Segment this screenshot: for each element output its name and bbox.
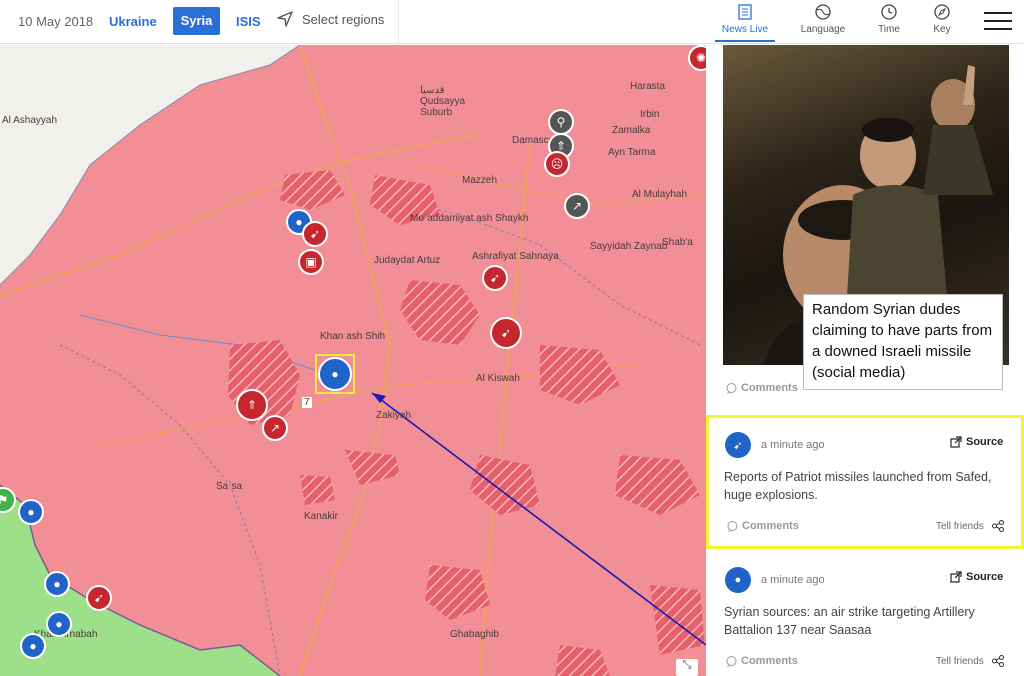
nav-language[interactable]: Language: [793, 4, 853, 42]
tell-friends[interactable]: Tell friends: [936, 520, 1004, 532]
nav-news-live[interactable]: News Live: [715, 4, 775, 42]
nav-time-label: Time: [878, 24, 900, 35]
post-header: ➹ a minute ago: [725, 432, 825, 458]
select-regions-label: Select regions: [302, 11, 385, 27]
share-icon[interactable]: [991, 655, 1004, 667]
current-date[interactable]: 10 May 2018: [18, 14, 93, 29]
artillery-icon[interactable]: ↗: [564, 193, 590, 219]
photo-caption: Random Syrian dudes claiming to have par…: [803, 294, 1003, 390]
source-link[interactable]: Source: [950, 436, 1003, 448]
globe-icon: [815, 4, 831, 20]
post-text: Reports of Patriot missiles launched fro…: [724, 470, 992, 502]
place-sayyidah-zaynab: Sayyidah Zaynab: [590, 241, 668, 252]
comments-link[interactable]: Comments: [727, 520, 799, 532]
missile-launch-icon[interactable]: ➹: [302, 221, 328, 247]
photo-icon[interactable]: ▣: [298, 249, 324, 275]
news-sidebar: Random Syrian dudes claiming to have par…: [706, 45, 1024, 676]
place-irbin: Irbin: [640, 109, 660, 120]
place-shaba: Shab'a: [662, 237, 693, 248]
tab-isis[interactable]: ISIS: [236, 14, 261, 29]
place-ghabaghib: Ghabaghib: [450, 629, 499, 640]
comment-icon: [726, 655, 737, 667]
news-icon: [738, 4, 752, 20]
place-al-mulayhah: Al Mulayhah: [632, 189, 688, 200]
comments-link[interactable]: Comments: [726, 655, 798, 667]
place-qudsayya: قدسيا Qudsayya Suburb: [420, 85, 466, 118]
mosque-icon[interactable]: ⚲: [548, 109, 574, 135]
compass-icon: [934, 4, 950, 20]
nav-key[interactable]: Key: [912, 4, 972, 42]
place-al-ashayyah: Al Ashayyah: [2, 115, 58, 126]
post-header: ● a minute ago: [725, 567, 825, 593]
place-judaydat-artuz: Judaydat Artuz: [374, 255, 441, 266]
nav-key-label: Key: [933, 24, 951, 35]
comment-icon: [726, 382, 737, 394]
place-mazzeh: Mazzeh: [462, 175, 498, 186]
map-base-layer: [0, 45, 706, 676]
place-ashrafiyat: Ashrafiyat Sahnaya: [472, 251, 559, 262]
hamburger-menu-icon[interactable]: [984, 12, 1012, 32]
place-khan-ash-shih: Khan ash Shih: [320, 331, 386, 342]
sad-face-icon[interactable]: ☹: [544, 151, 570, 177]
external-link-icon: [950, 571, 962, 583]
bomb-icon[interactable]: ●: [18, 499, 44, 525]
select-regions-button[interactable]: Select regions: [276, 10, 384, 28]
place-muaddamiyat: Mu`addamiyat ash Shaykh: [410, 213, 529, 224]
bomb-icon[interactable]: ●: [46, 611, 72, 637]
missile-icon: ➹: [725, 432, 751, 458]
place-zakiyah: Zakiyah: [376, 410, 412, 421]
artillery-icon[interactable]: ↗: [262, 415, 288, 441]
tell-friends[interactable]: Tell friends: [936, 655, 1004, 667]
nav-language-label: Language: [800, 24, 846, 35]
news-post[interactable]: ● a minute ago Source Syrian sources: an…: [706, 555, 1024, 676]
missile-launch-icon[interactable]: ➹: [86, 585, 112, 611]
post-text: Syrian sources: an air strike targeting …: [724, 605, 975, 637]
share-icon[interactable]: [991, 520, 1004, 532]
place-harasta: Harasta: [630, 81, 666, 92]
news-post[interactable]: ➹ a minute ago Source Reports of Patriot…: [706, 415, 1024, 549]
tab-ukraine[interactable]: Ukraine: [109, 14, 157, 29]
bomb-icon: ●: [725, 567, 751, 593]
external-link-icon: [950, 436, 962, 448]
missile-icon[interactable]: ⇑: [236, 389, 268, 421]
expand-arrows-icon[interactable]: ⤡: [676, 659, 698, 676]
post-time: a minute ago: [761, 574, 825, 586]
source-link[interactable]: Source: [950, 571, 1003, 583]
place-zamalka: Zamalka: [612, 125, 651, 136]
missile-launch-icon[interactable]: ➹: [482, 265, 508, 291]
bomb-icon[interactable]: ●: [318, 357, 352, 391]
road-number: 7: [302, 397, 312, 408]
top-bar: 10 May 2018 Ukraine Syria ISIS Select re…: [0, 0, 1024, 44]
place-kanakir: Kanakir: [304, 511, 338, 522]
clock-icon: [881, 4, 897, 20]
post-time: a minute ago: [761, 439, 825, 451]
navigation-arrow-icon: [277, 11, 293, 27]
place-al-kiswah: Al Kiswah: [476, 373, 520, 384]
comment-icon: [727, 520, 738, 532]
missile-launch-icon[interactable]: ➹: [490, 317, 522, 349]
nav-time[interactable]: Time: [859, 4, 919, 42]
place-ayn-tarma: Ayn Tarma: [608, 147, 656, 158]
tab-syria[interactable]: Syria: [173, 7, 220, 35]
bomb-icon[interactable]: ●: [20, 633, 46, 659]
bomb-icon[interactable]: ●: [44, 571, 70, 597]
news-photo-card: Random Syrian dudes claiming to have par…: [706, 45, 1024, 410]
map-canvas[interactable]: قدسيا Qudsayya Suburb Damascus Mazzeh Zama…: [0, 45, 706, 676]
nav-news-live-label: News Live: [721, 24, 769, 35]
photo-comments-link[interactable]: Comments: [726, 382, 798, 394]
place-sasa: Sa`sa: [216, 481, 243, 492]
divider: [398, 0, 399, 44]
